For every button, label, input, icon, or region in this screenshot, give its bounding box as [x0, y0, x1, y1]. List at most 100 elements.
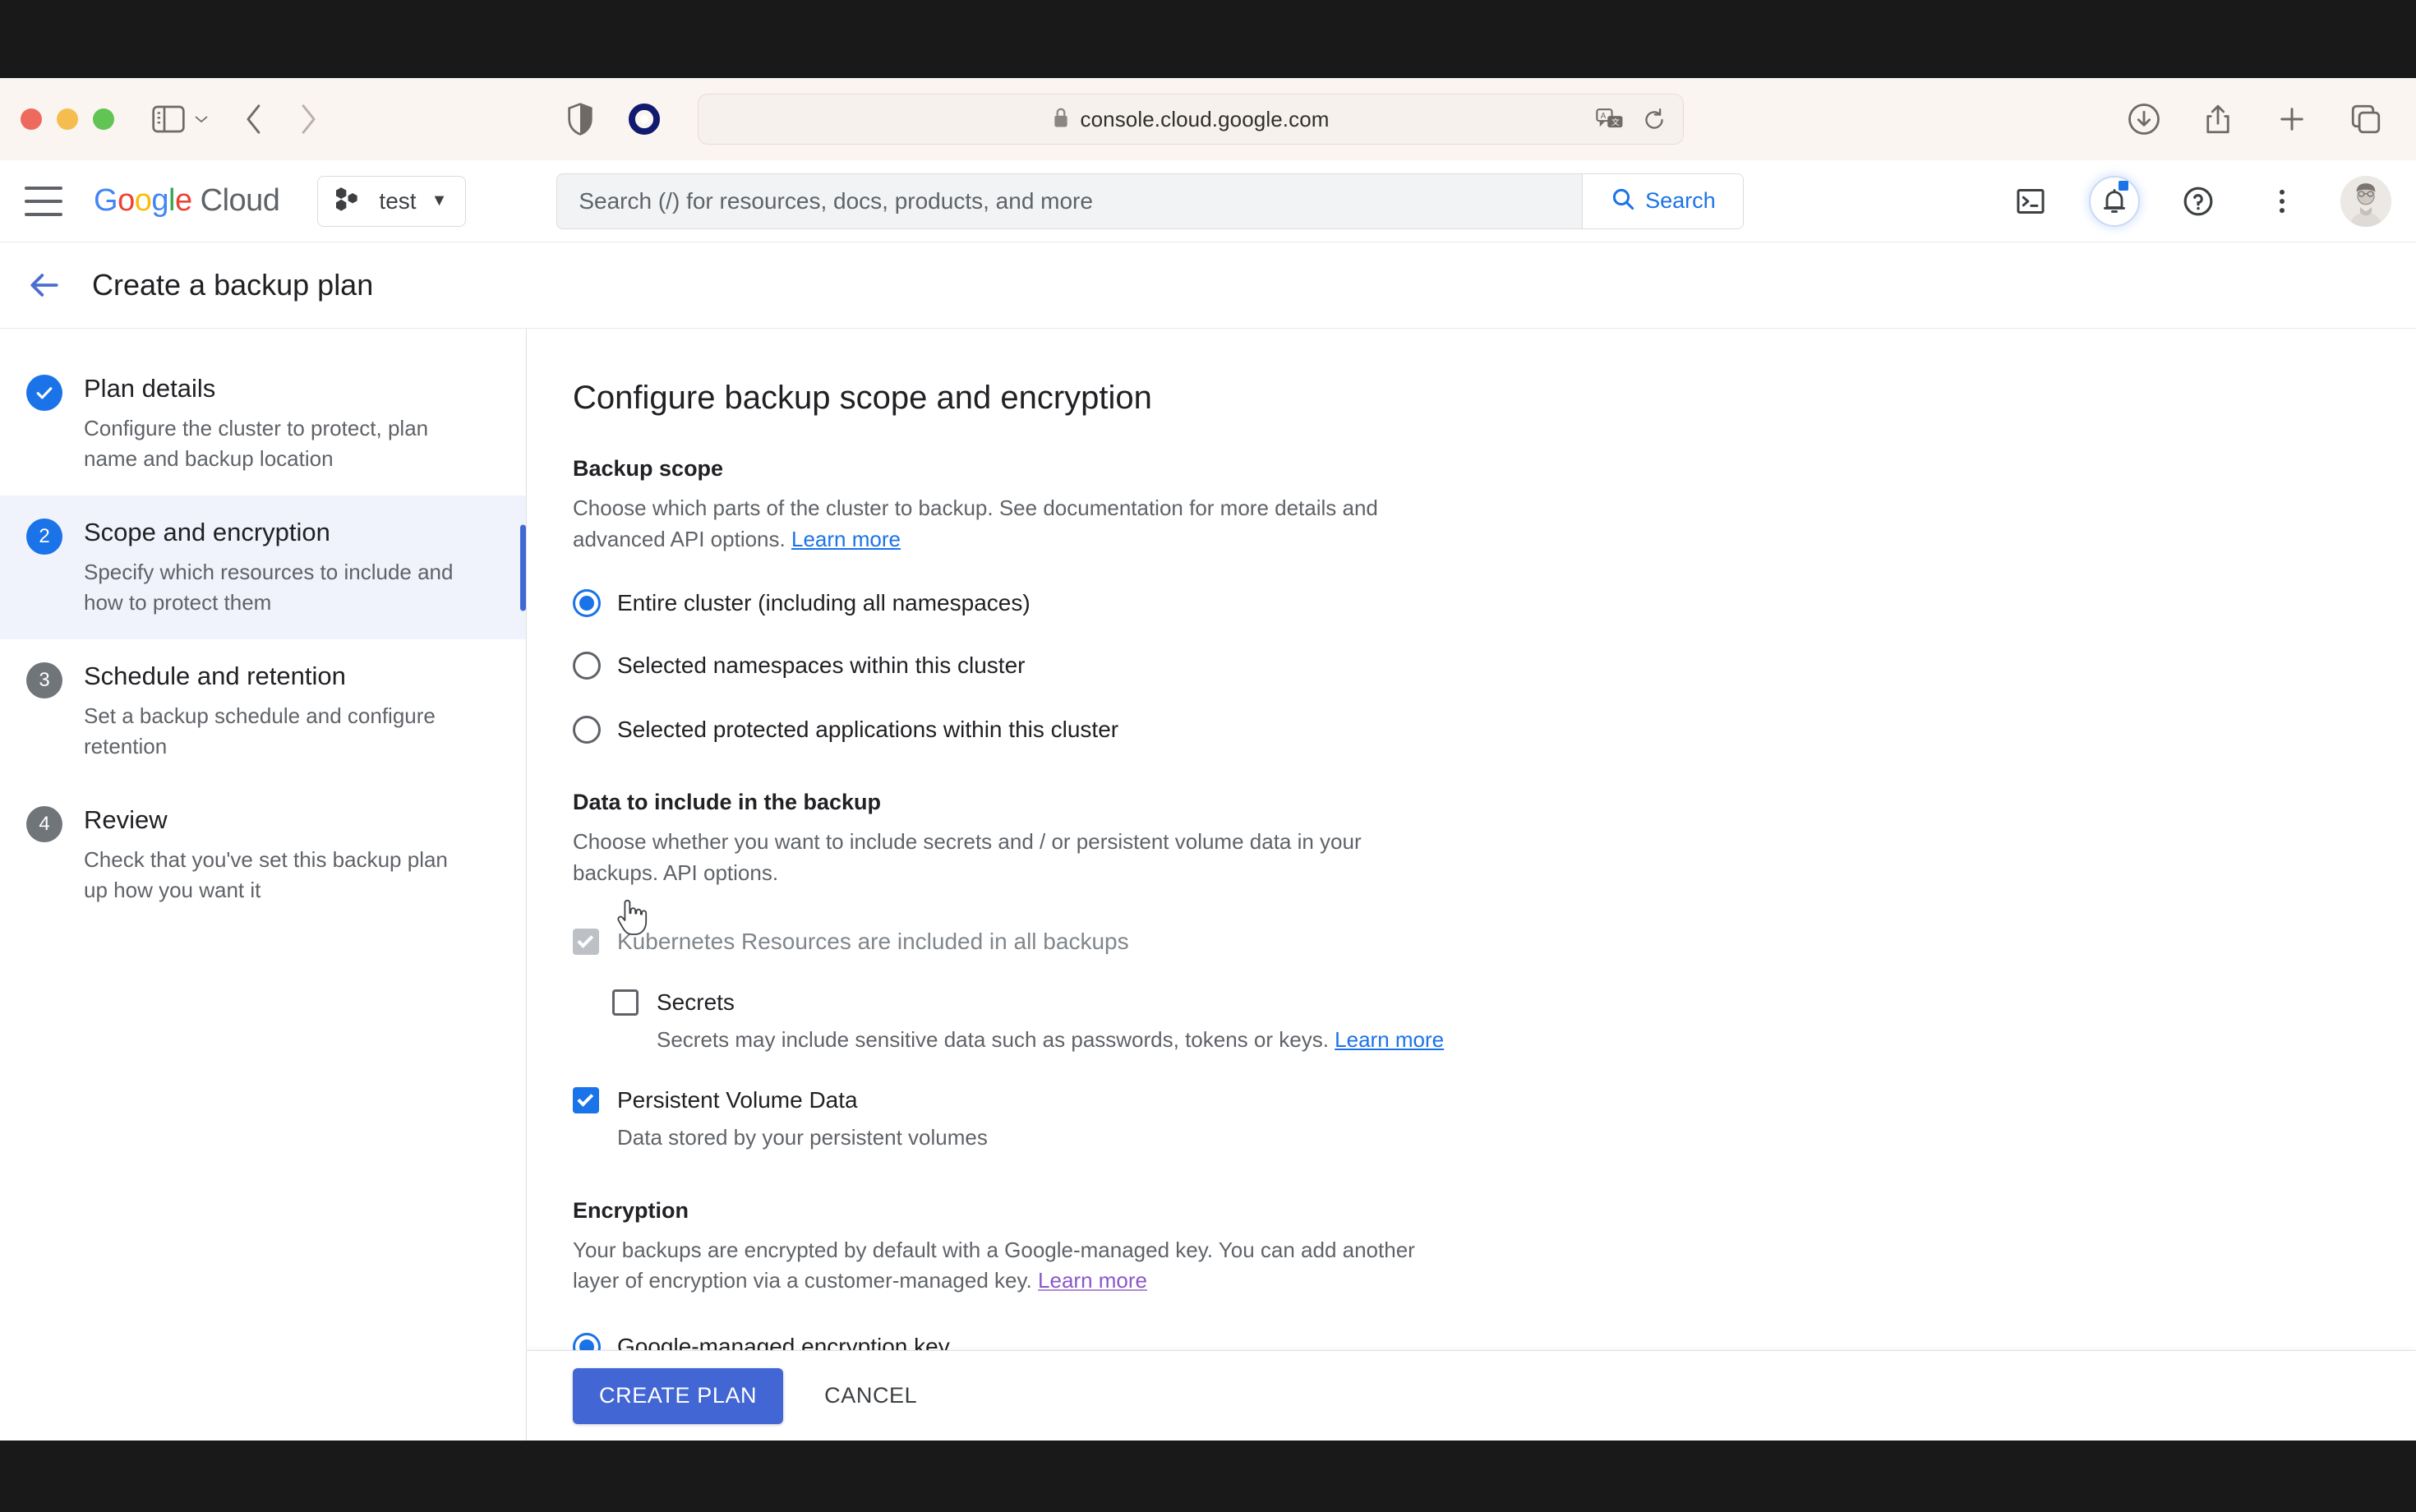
- checkbox-indicator: [573, 928, 599, 955]
- step-badge-current: 2: [26, 519, 62, 555]
- project-name: test: [379, 187, 417, 214]
- data-to-include-group: Data to include in the backup Choose whe…: [573, 790, 2416, 1150]
- svg-text:A: A: [1601, 112, 1607, 121]
- search-button-label: Search: [1645, 188, 1716, 213]
- step-text: Scope and encryption Specify which resou…: [84, 517, 470, 618]
- content-area: Plan details Configure the cluster to pr…: [0, 329, 2416, 1441]
- encryption-description-text: Your backups are encrypted by default wi…: [573, 1237, 1415, 1293]
- browser-back-button[interactable]: [242, 102, 267, 136]
- svg-text:文: 文: [1611, 117, 1620, 127]
- notification-badge: [2119, 181, 2128, 191]
- google-cloud-logo[interactable]: Google Cloud: [94, 183, 280, 219]
- privacy-shield-icon[interactable]: [566, 103, 594, 136]
- reload-icon[interactable]: [1642, 108, 1667, 132]
- radio-entire-cluster[interactable]: Entire cluster (including all namespaces…: [573, 589, 2416, 618]
- pvd-description: Data stored by your persistent volumes: [617, 1124, 988, 1150]
- step-description: Specify which resources to include and h…: [84, 560, 454, 615]
- page-title: Create a backup plan: [92, 268, 374, 302]
- global-search: Search: [556, 173, 1745, 229]
- scroll-region[interactable]: Configure backup scope and encryption Ba…: [527, 329, 2416, 1350]
- step-badge-todo: 3: [26, 662, 62, 698]
- encryption-group: Encryption Your backups are encrypted by…: [573, 1198, 2416, 1350]
- checkbox-label: Persistent Volume Data: [617, 1086, 858, 1113]
- user-avatar[interactable]: [2340, 176, 2391, 227]
- cancel-button[interactable]: CANCEL: [824, 1368, 917, 1424]
- checkbox-label: Secrets: [657, 989, 735, 1015]
- step-title: Review: [84, 805, 168, 834]
- search-button[interactable]: Search: [1582, 173, 1744, 228]
- wizard-step-sidebar: Plan details Configure the cluster to pr…: [0, 329, 527, 1441]
- section-title: Configure backup scope and encryption: [573, 380, 1152, 416]
- project-selector[interactable]: test ▼: [317, 175, 467, 227]
- more-vert-icon[interactable]: [2257, 176, 2308, 227]
- secrets-description-text: Secrets may include sensitive data such …: [657, 1026, 1329, 1052]
- step-text: Plan details Configure the cluster to pr…: [84, 373, 470, 474]
- step-description: Set a backup schedule and configure rete…: [84, 703, 436, 759]
- project-icon: [336, 185, 364, 217]
- data-to-include-label: Data to include in the backup: [573, 790, 882, 815]
- share-icon[interactable]: [2201, 102, 2235, 136]
- radio-label: Google-managed encryption key: [617, 1334, 950, 1350]
- browser-toolbar-actions: [2127, 78, 2383, 160]
- close-window-button[interactable]: [21, 108, 42, 130]
- radio-selected-protected-applications[interactable]: Selected protected applications within t…: [573, 716, 2416, 744]
- sidebar-step-schedule-and-retention[interactable]: 3 Schedule and retention Set a backup sc…: [0, 639, 526, 783]
- checkbox-indicator: [612, 989, 639, 1016]
- radio-selected-namespaces[interactable]: Selected namespaces within this cluster: [573, 652, 2416, 680]
- arrow-back-icon[interactable]: [21, 262, 67, 308]
- wizard-action-bar: CREATE PLAN CANCEL: [527, 1350, 2416, 1441]
- data-to-include-description: Choose whether you want to include secre…: [573, 829, 1362, 886]
- sidebar-step-scope-and-encryption[interactable]: 2 Scope and encryption Specify which res…: [0, 496, 526, 639]
- pvd-block: Persistent Volume Data Data stored by yo…: [573, 1086, 2416, 1150]
- cloud-shell-icon[interactable]: [2005, 176, 2056, 227]
- hamburger-menu-icon[interactable]: [25, 186, 62, 216]
- backup-scope-label: Backup scope: [573, 456, 724, 481]
- radio-label: Selected namespaces within this cluster: [617, 652, 1026, 679]
- url-text: console.cloud.google.com: [1080, 106, 1330, 131]
- lock-icon: [1052, 107, 1070, 132]
- sidebar-toggle-icon[interactable]: [152, 105, 185, 133]
- step-badge-todo: 4: [26, 806, 62, 842]
- search-input[interactable]: [557, 173, 1583, 228]
- radio-label: Entire cluster (including all namespaces…: [617, 590, 1030, 616]
- download-icon[interactable]: [2127, 102, 2161, 136]
- new-tab-plus-icon[interactable]: [2275, 102, 2309, 136]
- google-cloud-header: Google Cloud test ▼ Search (/) for resou…: [0, 160, 2416, 242]
- backup-scope-learn-more-link[interactable]: Learn more: [791, 527, 901, 551]
- step-badge-done: [26, 375, 62, 411]
- checkbox-secrets[interactable]: Secrets: [612, 989, 2416, 1016]
- chevron-down-icon[interactable]: [191, 113, 211, 126]
- create-plan-button[interactable]: CREATE PLAN: [573, 1367, 784, 1424]
- sidebar-step-plan-details[interactable]: Plan details Configure the cluster to pr…: [0, 352, 526, 496]
- checkbox-indicator: [573, 1086, 599, 1113]
- browser-forward-button[interactable]: [295, 102, 320, 136]
- encryption-description: Your backups are encrypted by default wi…: [573, 1235, 1444, 1297]
- encryption-learn-more-link[interactable]: Learn more: [1038, 1268, 1147, 1293]
- secrets-block: Secrets Secrets may include sensitive da…: [612, 989, 2416, 1053]
- secrets-learn-more-link[interactable]: Learn more: [1335, 1027, 1444, 1052]
- radio-google-managed-key[interactable]: Google-managed encryption key: [573, 1333, 2416, 1350]
- step-active-indicator: [520, 524, 526, 611]
- step-title: Plan details: [84, 374, 216, 403]
- address-bar[interactable]: console.cloud.google.com A 文: [698, 94, 1684, 145]
- step-description: Check that you've set this backup plan u…: [84, 847, 448, 903]
- window-traffic-lights: [21, 108, 114, 130]
- encryption-label: Encryption: [573, 1197, 689, 1223]
- desktop-background: console.cloud.google.com A 文 Google Clou…: [0, 0, 2416, 1512]
- extension-icon[interactable]: [629, 104, 660, 135]
- tabs-overview-icon[interactable]: [2349, 102, 2383, 136]
- sidebar-step-review[interactable]: 4 Review Check that you've set this back…: [0, 783, 526, 927]
- checkbox-persistent-volume-data[interactable]: Persistent Volume Data: [573, 1086, 2416, 1113]
- minimize-window-button[interactable]: [57, 108, 78, 130]
- maximize-window-button[interactable]: [93, 108, 114, 130]
- radio-label: Selected protected applications within t…: [617, 717, 1119, 743]
- help-circle-icon[interactable]: [2173, 176, 2224, 227]
- step-title: Scope and encryption: [84, 518, 330, 546]
- browser-toolbar: console.cloud.google.com A 文: [0, 78, 2416, 160]
- translate-icon[interactable]: A 文: [1596, 108, 1624, 131]
- checkbox-kubernetes-resources: Kubernetes Resources are included in all…: [573, 928, 2416, 955]
- radio-indicator: [573, 652, 601, 680]
- step-text: Schedule and retention Set a backup sche…: [84, 661, 470, 762]
- radio-indicator: [573, 589, 601, 618]
- notifications-bell-icon[interactable]: [2089, 176, 2140, 227]
